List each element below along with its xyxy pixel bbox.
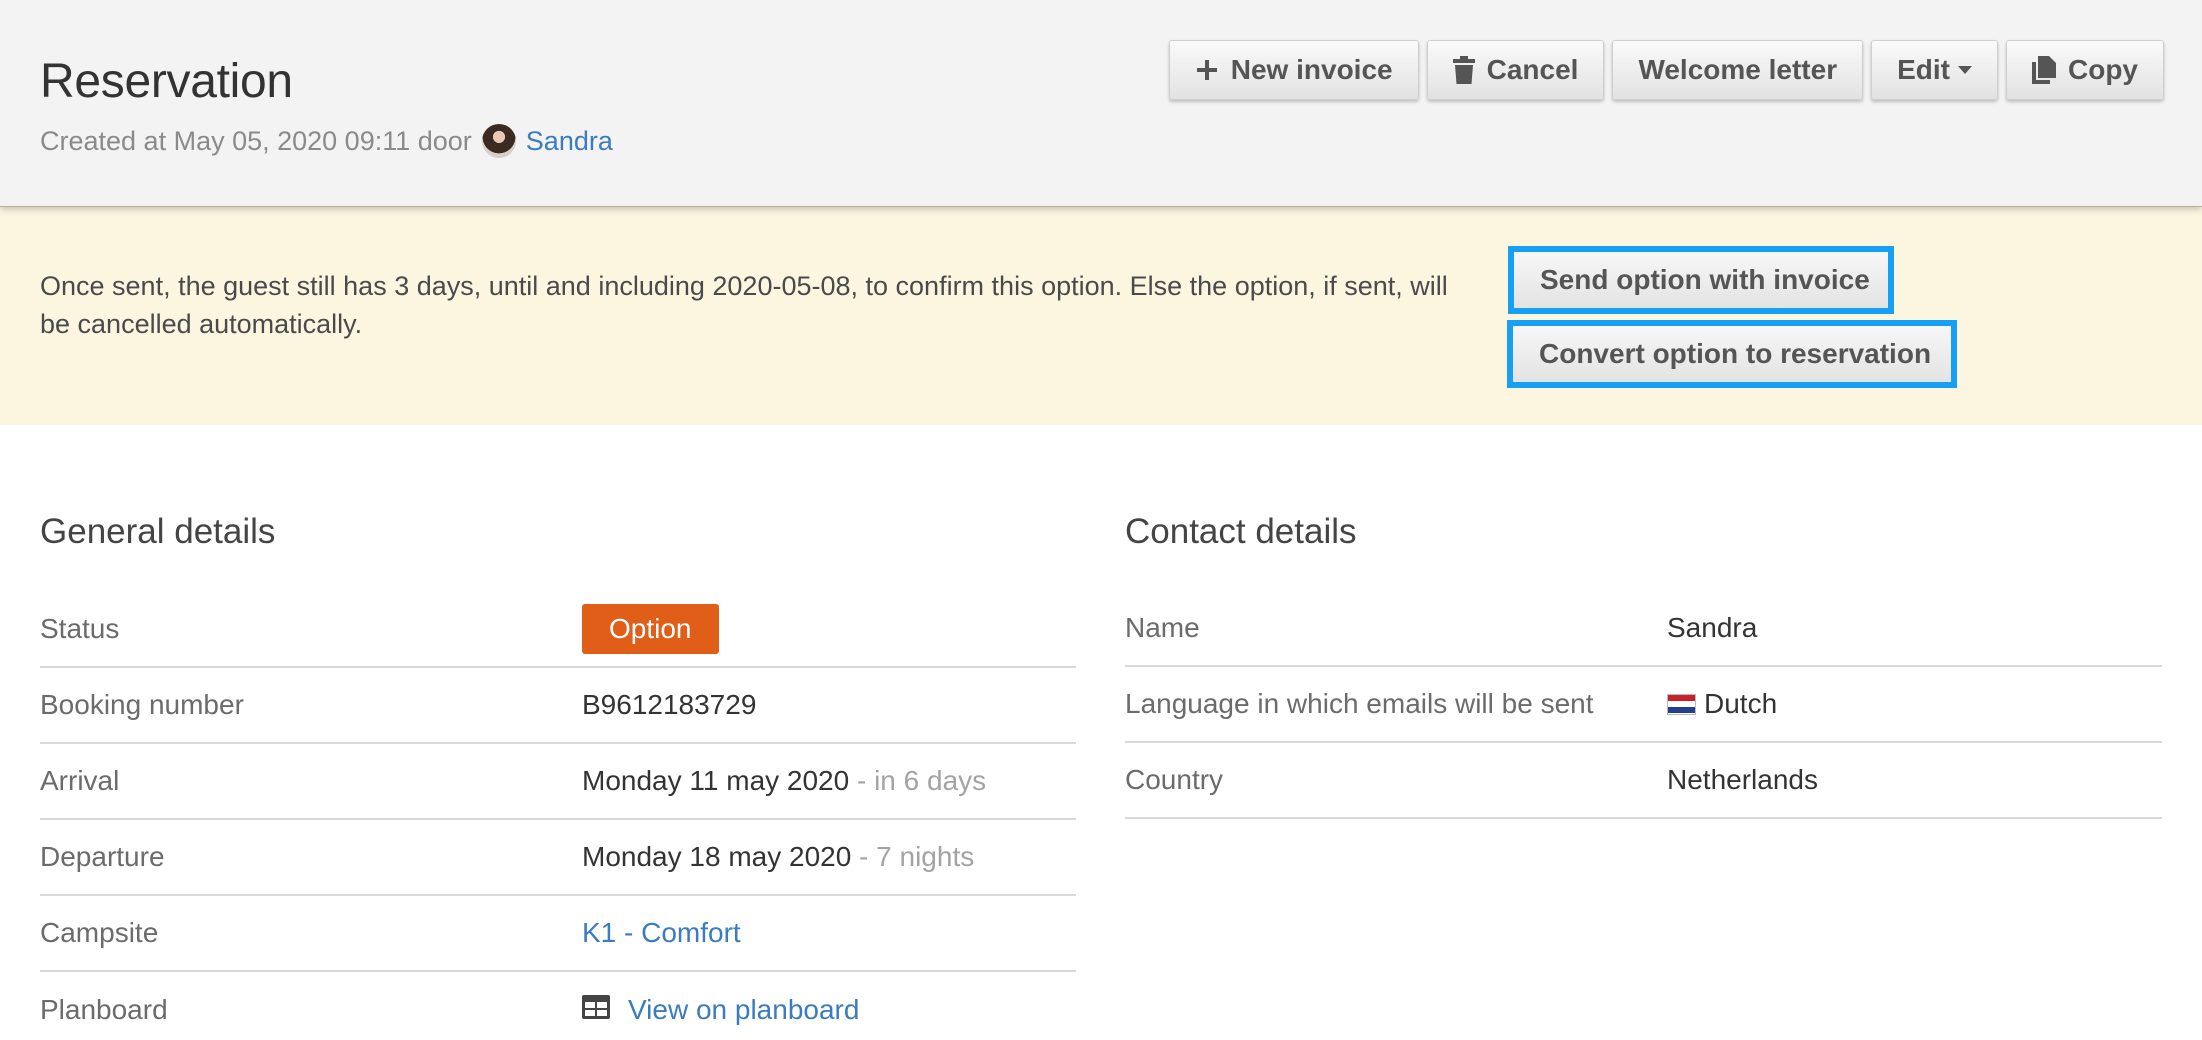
caret-down-icon — [1958, 66, 1972, 74]
edit-label: Edit — [1897, 54, 1950, 85]
trash-icon — [1452, 56, 1475, 84]
created-info: Created at May 05, 2020 09:11 door Sandr… — [40, 124, 613, 158]
cancel-button[interactable]: Cancel — [1426, 40, 1605, 100]
cancel-label: Cancel — [1486, 54, 1579, 85]
send-option-with-invoice-button[interactable]: Send option with invoice — [1508, 246, 1894, 314]
view-on-planboard-link[interactable]: View on planboard — [628, 994, 859, 1026]
arrival-row: Arrival Monday 11 may 2020 - in 6 days — [40, 744, 1076, 820]
arrival-note: - in 6 days — [849, 765, 987, 796]
general-details-table: Status Option Booking number B9612183729… — [40, 592, 1076, 1040]
welcome-letter-button[interactable]: Welcome letter — [1612, 40, 1864, 100]
contact-details-table: Name Sandra Language in which emails wil… — [1125, 591, 2162, 819]
booking-number-value: B9612183729 — [582, 689, 757, 720]
status-row: Status Option — [40, 592, 1076, 668]
language-row: Language in which emails will be sent Du… — [1125, 667, 2162, 743]
campsite-label: Campsite — [40, 917, 159, 948]
convert-option-to-reservation-button[interactable]: Convert option to reservation — [1507, 320, 1957, 388]
name-row: Name Sandra — [1125, 591, 2162, 667]
user-avatar-icon — [481, 124, 516, 158]
new-invoice-label: New invoice — [1230, 54, 1393, 85]
welcome-letter-label: Welcome letter — [1638, 54, 1838, 85]
notice-text: Once sent, the guest still has 3 days, u… — [40, 271, 1448, 339]
country-label: Country — [1125, 764, 1224, 795]
departure-date: Monday 18 may 2020 — [582, 841, 852, 872]
created-by-link[interactable]: Sandra — [526, 126, 613, 157]
country-value: Netherlands — [1667, 764, 1818, 795]
created-text: Created at May 05, 2020 09:11 door — [40, 125, 472, 156]
booking-number-label: Booking number — [40, 689, 244, 720]
option-notice: Once sent, the guest still has 3 days, u… — [0, 207, 2202, 425]
departure-note: - 7 nights — [851, 841, 975, 872]
plus-icon — [1195, 58, 1219, 82]
page-title: Reservation — [40, 55, 293, 108]
status-badge: Option — [582, 604, 719, 654]
arrival-label: Arrival — [40, 765, 120, 796]
name-value: Sandra — [1667, 612, 1758, 643]
campsite-link[interactable]: K1 - Comfort — [582, 917, 741, 949]
page-header: Reservation Created at May 05, 2020 09:1… — [0, 0, 2202, 207]
copy-button[interactable]: Copy — [2006, 40, 2164, 100]
planboard-label: Planboard — [40, 994, 168, 1025]
edit-dropdown-button[interactable]: Edit — [1871, 40, 1998, 100]
contact-details-title: Contact details — [1125, 512, 1357, 551]
departure-row: Departure Monday 18 may 2020 - 7 nights — [40, 820, 1076, 896]
campsite-row: Campsite K1 - Comfort — [40, 896, 1076, 972]
booking-number-row: Booking number B9612183729 — [40, 668, 1076, 744]
name-label: Name — [1125, 612, 1200, 643]
table-grid-icon — [582, 994, 610, 1026]
language-value: Dutch — [1704, 688, 1778, 719]
action-toolbar: New invoice Cancel Welcome letter Edit C… — [1168, 40, 2164, 100]
general-details-title: General details — [40, 512, 276, 551]
arrival-date: Monday 11 may 2020 — [582, 765, 850, 796]
language-label: Language in which emails will be sent — [1125, 688, 1594, 719]
new-invoice-button[interactable]: New invoice — [1168, 40, 1419, 100]
copy-label: Copy — [2068, 54, 2138, 85]
status-label: Status — [40, 613, 120, 644]
departure-label: Departure — [40, 841, 165, 872]
copy-icon — [2032, 56, 2056, 84]
planboard-row: Planboard View on planboard — [40, 972, 1076, 1040]
netherlands-flag-icon — [1667, 693, 1696, 715]
country-row: Country Netherlands — [1125, 743, 2162, 819]
